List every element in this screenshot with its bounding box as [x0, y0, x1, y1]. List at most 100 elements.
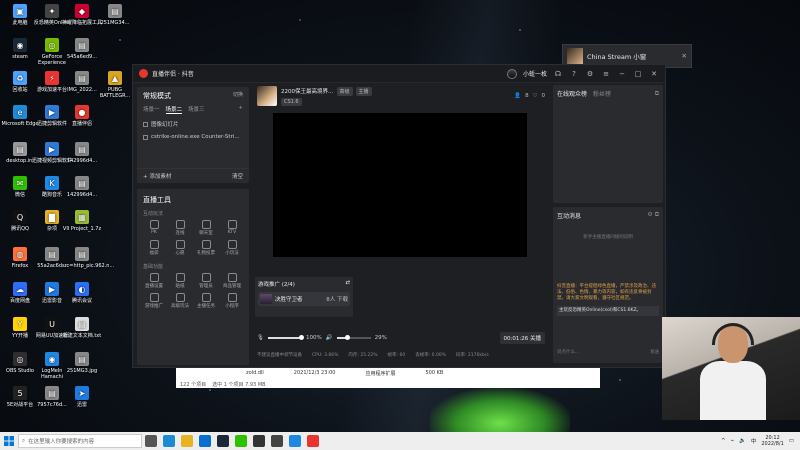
tool-label: 游戏推广 — [145, 304, 163, 309]
desktop-icon-label: VII Project_1.7z — [62, 226, 102, 232]
tool-item[interactable]: 礼物投票 — [193, 240, 219, 256]
ime-icon[interactable]: 中 — [751, 437, 757, 445]
desktop-icon-label: 251MG3.jpg — [66, 368, 98, 374]
tab-scene-3[interactable]: 场景三 — [188, 105, 205, 114]
stream-preview[interactable] — [273, 113, 527, 257]
obs-icon[interactable] — [253, 435, 265, 447]
desktop-icon[interactable]: ▤ 142996d4... — [62, 176, 102, 198]
desktop-icon[interactable]: ▤ 新建文本文档.txt — [62, 317, 102, 339]
clear-button[interactable]: 清空 — [232, 172, 243, 180]
speaker-volume-slider[interactable] — [336, 335, 371, 340]
status-item: 丢帧率: 0.00% — [415, 353, 446, 358]
game-icon[interactable] — [271, 435, 283, 447]
tool-icon — [201, 240, 211, 249]
desktop-icon[interactable]: ▤ 251MG3.jpg — [62, 352, 102, 374]
source-item[interactable]: cstrike-online.exe Counter-Stri... — [137, 131, 249, 143]
tool-item[interactable]: 小程序 — [219, 293, 245, 309]
desktop-icon[interactable]: ◐ 腾讯会议 — [62, 282, 102, 304]
app-title: 直播伴侣 · 抖音 — [152, 71, 194, 78]
promo-card[interactable]: 决胜守卫者 8人 下载 — [258, 292, 350, 306]
tool-item[interactable]: 主播任务 — [193, 293, 219, 309]
tool-item[interactable]: 游戏推广 — [141, 293, 167, 309]
tool-item[interactable]: 福袋 — [141, 240, 167, 256]
rules-note[interactable]: 新手主播直播间规则说明 — [557, 234, 659, 240]
maximize-icon[interactable]: □ — [633, 70, 643, 78]
network-icon[interactable]: ⌁ — [731, 438, 734, 444]
wechat-icon[interactable] — [235, 435, 247, 447]
app-icon[interactable] — [289, 435, 301, 447]
settings-icon[interactable]: ⚙ — [585, 70, 595, 78]
user-avatar[interactable] — [506, 68, 517, 79]
tool-item[interactable]: 商品管理 — [219, 273, 245, 289]
desktop-icon[interactable]: ▤ 545a6ed9... — [62, 38, 102, 60]
stream-title[interactable]: 2200保王最高境界… — [281, 87, 334, 95]
tool-item[interactable]: PK — [141, 220, 167, 236]
live-mode-label[interactable]: 常规模式 — [143, 91, 171, 101]
speaker-icon[interactable]: 🔊 — [326, 335, 333, 341]
volume-icon[interactable]: 🔈 — [739, 438, 746, 444]
tool-item[interactable]: 管理员 — [193, 273, 219, 289]
notification-icon[interactable]: ▭ — [789, 438, 794, 444]
streamer-avatar[interactable] — [257, 86, 277, 106]
start-button[interactable] — [0, 432, 18, 450]
status-bar: 不建议直播中调节设备 CPU: 3.86% 内存: 25.22% 帧率: 60 丢帧率:… — [253, 349, 549, 361]
tool-item[interactable]: 直播设置 — [141, 273, 167, 289]
game-tag[interactable]: CS1.6 — [281, 97, 302, 106]
desktop-icon[interactable]: ▦ VII Project_1.7z — [62, 210, 102, 232]
user-name[interactable]: 小蚯一枚 — [523, 69, 547, 78]
tool-item[interactable]: 心愿 — [167, 240, 193, 256]
add-source-button[interactable]: + 添加素材 — [143, 172, 171, 180]
tool-item[interactable]: 高级玩法 — [167, 293, 193, 309]
desktop-icon[interactable]: ➤ 迅雷 — [62, 386, 102, 408]
headset-icon[interactable]: ☊ — [553, 70, 563, 78]
speaker-volume-value: 29% — [374, 335, 387, 341]
file-row[interactable]: zold.dll 2021/12/3 23:00 应用程序扩展 500 KB — [176, 368, 600, 379]
tool-item[interactable]: KTV — [219, 220, 245, 236]
task-view-icon[interactable] — [145, 435, 157, 447]
tool-item[interactable]: 连线 — [167, 220, 193, 236]
app-icon: ▤ — [45, 247, 59, 261]
app-icon: ▲ — [108, 71, 122, 85]
tool-icon — [227, 273, 237, 282]
settings-icon[interactable]: ⚙ ⧉ — [647, 211, 659, 220]
help-icon[interactable]: ? — [569, 70, 579, 78]
tab-audience[interactable]: 在线观众榜 — [557, 89, 587, 98]
edge-icon[interactable] — [163, 435, 175, 447]
tray-arrow-icon[interactable]: ^ — [721, 438, 726, 444]
menu-icon[interactable]: ≡ — [601, 70, 611, 78]
desktop-icon[interactable]: ▲ PUBG BATTLEGR... — [95, 71, 135, 99]
steam-icon[interactable] — [217, 435, 229, 447]
desktop-icon[interactable]: ● 直播伴侣 — [62, 105, 102, 127]
tab-scene-1[interactable]: 场景一 — [143, 105, 160, 114]
mic-volume-slider[interactable] — [267, 335, 304, 340]
promo-title: 游戏推广 (2/4) — [258, 282, 295, 288]
end-live-button[interactable]: 关播 — [530, 336, 541, 342]
close-icon[interactable]: ✕ — [682, 52, 687, 60]
tab-scene-2[interactable]: 场景二 — [165, 105, 183, 114]
store-icon[interactable] — [199, 435, 211, 447]
minimize-icon[interactable]: − — [617, 70, 627, 78]
send-button[interactable]: 发送 — [650, 349, 659, 359]
stream-tag: 主播 — [355, 86, 372, 96]
switch-button[interactable]: 切换 — [233, 91, 243, 101]
desktop-icon[interactable]: ▤ src=http_pic.962.n... — [62, 247, 114, 269]
live-companion-icon[interactable] — [307, 435, 319, 447]
source-item[interactable]: 图像幻灯片 — [137, 117, 249, 131]
mic-icon[interactable]: 🎙 — [257, 335, 264, 341]
desktop-icon[interactable]: ▤ 251MG34... — [95, 4, 135, 26]
app-icon: ▦ — [75, 210, 89, 224]
tool-item[interactable]: 小玩法 — [219, 240, 245, 256]
add-scene-icon[interactable]: + — [238, 105, 243, 114]
tab-fans[interactable]: 粉丝榜 — [593, 89, 611, 98]
popout-icon[interactable]: ⧉ — [655, 90, 659, 98]
tool-item[interactable]: 聊天室 — [193, 220, 219, 236]
folder-icon[interactable] — [181, 435, 193, 447]
taskbar-search[interactable]: ⌕ 在这里输入你要搜索的内容 — [18, 434, 142, 448]
swap-icon[interactable]: ⇄ — [345, 280, 350, 288]
clock[interactable]: 20:12 2022/8/1 — [761, 435, 783, 447]
tool-icon — [175, 240, 185, 249]
close-icon[interactable]: ✕ — [649, 70, 659, 78]
desktop-icon[interactable]: ▤ 142996d4... — [62, 142, 102, 164]
tool-item[interactable]: 贴纸 — [167, 273, 193, 289]
chat-input[interactable]: 说点什么... 发送 — [557, 349, 659, 359]
